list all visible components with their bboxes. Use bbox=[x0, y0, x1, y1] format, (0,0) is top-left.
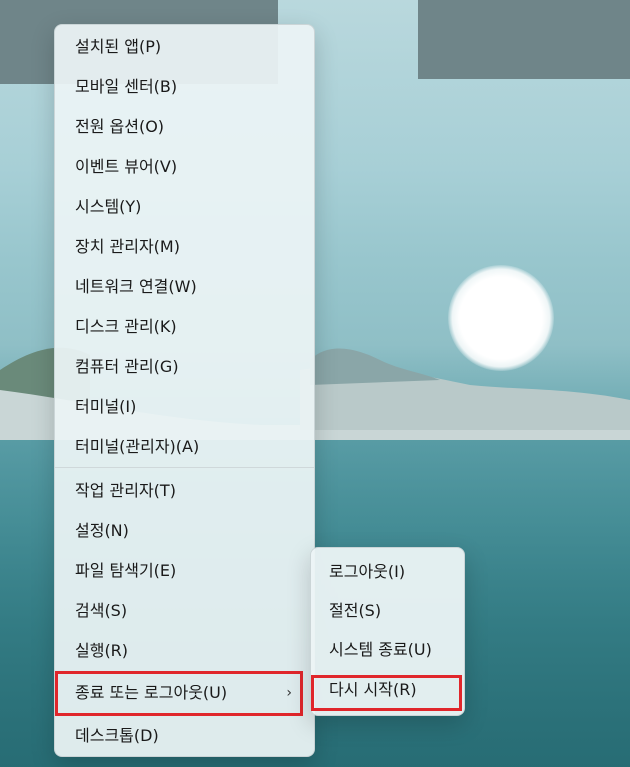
menu-item-search[interactable]: 검색(S) bbox=[55, 593, 314, 629]
menu-item-mobility-center[interactable]: 모바일 센터(B) bbox=[55, 69, 314, 105]
submenu-item-shut-down[interactable]: 시스템 종료(U) bbox=[311, 632, 464, 668]
submenu-item-label: 시스템 종료(U) bbox=[329, 640, 432, 659]
sun bbox=[448, 265, 554, 371]
menu-item-settings[interactable]: 설정(N) bbox=[55, 513, 314, 549]
menu-item-event-viewer[interactable]: 이벤트 뷰어(V) bbox=[55, 149, 314, 185]
menu-item-label: 터미널(관리자)(A) bbox=[75, 437, 200, 456]
submenu-item-sleep[interactable]: 절전(S) bbox=[311, 593, 464, 629]
menu-item-terminal-admin[interactable]: 터미널(관리자)(A) bbox=[55, 429, 314, 465]
menu-item-label: 터미널(I) bbox=[75, 397, 137, 416]
menu-item-computer-management[interactable]: 컴퓨터 관리(G) bbox=[55, 349, 314, 385]
menu-item-label: 이벤트 뷰어(V) bbox=[75, 157, 178, 176]
menu-item-run[interactable]: 실행(R) bbox=[55, 633, 314, 669]
highlight-box-shutdown bbox=[55, 671, 303, 716]
menu-item-desktop[interactable]: 데스크톱(D) bbox=[55, 718, 314, 754]
winx-context-menu: 설치된 앱(P) 모바일 센터(B) 전원 옵션(O) 이벤트 뷰어(V) 시스… bbox=[54, 24, 315, 757]
menu-item-label: 파일 탐색기(E) bbox=[75, 561, 177, 580]
menu-item-label: 모바일 센터(B) bbox=[75, 77, 178, 96]
menu-item-label: 설정(N) bbox=[75, 521, 129, 540]
submenu-item-sign-out[interactable]: 로그아웃(I) bbox=[311, 554, 464, 590]
menu-item-label: 실행(R) bbox=[75, 641, 129, 660]
menu-item-installed-apps[interactable]: 설치된 앱(P) bbox=[55, 29, 314, 65]
menu-item-disk-management[interactable]: 디스크 관리(K) bbox=[55, 309, 314, 345]
menu-item-network-connections[interactable]: 네트워크 연결(W) bbox=[55, 269, 314, 305]
submenu-item-label: 절전(S) bbox=[329, 601, 382, 620]
menu-item-label: 검색(S) bbox=[75, 601, 128, 620]
menu-item-label: 컴퓨터 관리(G) bbox=[75, 357, 179, 376]
menu-divider bbox=[55, 467, 314, 468]
menu-item-label: 작업 관리자(T) bbox=[75, 481, 176, 500]
wallpaper-tile-right bbox=[418, 0, 630, 79]
menu-item-label: 장치 관리자(M) bbox=[75, 237, 180, 256]
menu-item-task-manager[interactable]: 작업 관리자(T) bbox=[55, 473, 314, 509]
menu-item-terminal[interactable]: 터미널(I) bbox=[55, 389, 314, 425]
submenu-item-label: 로그아웃(I) bbox=[329, 562, 406, 581]
menu-item-label: 디스크 관리(K) bbox=[75, 317, 177, 336]
menu-item-system[interactable]: 시스템(Y) bbox=[55, 189, 314, 225]
menu-item-label: 데스크톱(D) bbox=[75, 726, 159, 745]
menu-item-device-manager[interactable]: 장치 관리자(M) bbox=[55, 229, 314, 265]
menu-item-label: 네트워크 연결(W) bbox=[75, 277, 197, 296]
menu-item-label: 설치된 앱(P) bbox=[75, 37, 162, 56]
menu-item-power-options[interactable]: 전원 옵션(O) bbox=[55, 109, 314, 145]
menu-item-label: 전원 옵션(O) bbox=[75, 117, 165, 136]
menu-item-label: 시스템(Y) bbox=[75, 197, 142, 216]
menu-item-file-explorer[interactable]: 파일 탐색기(E) bbox=[55, 553, 314, 589]
highlight-box-restart bbox=[311, 675, 462, 711]
